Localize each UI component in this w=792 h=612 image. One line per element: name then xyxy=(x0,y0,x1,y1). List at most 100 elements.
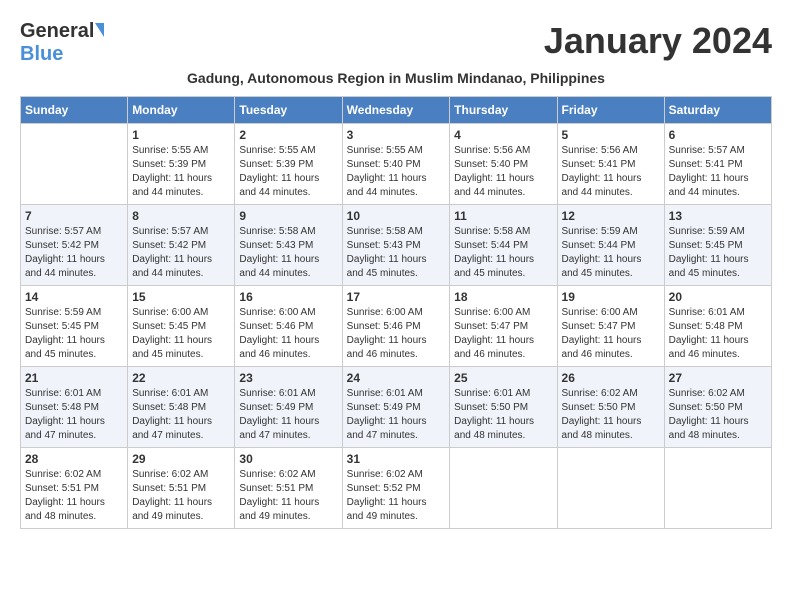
day-info: Sunrise: 5:59 AM Sunset: 5:45 PM Dayligh… xyxy=(669,225,767,281)
month-title: January 2024 xyxy=(544,20,772,62)
day-info: Sunrise: 5:58 AM Sunset: 5:44 PM Dayligh… xyxy=(454,225,552,281)
day-info: Sunrise: 6:02 AM Sunset: 5:51 PM Dayligh… xyxy=(239,468,337,524)
day-info: Sunrise: 6:01 AM Sunset: 5:48 PM Dayligh… xyxy=(132,387,230,443)
calendar-cell: 27Sunrise: 6:02 AM Sunset: 5:50 PM Dayli… xyxy=(664,367,771,448)
header-cell-saturday: Saturday xyxy=(664,97,771,124)
calendar-cell: 25Sunrise: 6:01 AM Sunset: 5:50 PM Dayli… xyxy=(450,367,557,448)
header-row: SundayMondayTuesdayWednesdayThursdayFrid… xyxy=(21,97,772,124)
day-info: Sunrise: 6:00 AM Sunset: 5:47 PM Dayligh… xyxy=(454,306,552,362)
day-number: 27 xyxy=(669,371,767,385)
logo-blue: Blue xyxy=(20,43,63,65)
calendar-cell: 4Sunrise: 5:56 AM Sunset: 5:40 PM Daylig… xyxy=(450,124,557,205)
day-info: Sunrise: 6:00 AM Sunset: 5:46 PM Dayligh… xyxy=(239,306,337,362)
day-number: 17 xyxy=(347,290,446,304)
calendar-cell: 10 Sunrise: 5:58 AM Sunset: 5:43 PM Dayli… xyxy=(342,205,450,286)
day-info: Sunrise: 6:01 AM Sunset: 5:49 PM Dayligh… xyxy=(347,387,446,443)
day-info: Sunrise: 6:00 AM Sunset: 5:47 PM Dayligh… xyxy=(562,306,660,362)
header-cell-friday: Friday xyxy=(557,97,664,124)
calendar-cell: 8Sunrise: 5:57 AM Sunset: 5:42 PM Daylig… xyxy=(128,205,235,286)
calendar-cell: 22Sunrise: 6:01 AM Sunset: 5:48 PM Dayli… xyxy=(128,367,235,448)
day-number: 21 xyxy=(25,371,123,385)
day-number: 29 xyxy=(132,452,230,466)
logo-general: General xyxy=(20,20,94,43)
calendar-cell xyxy=(557,448,664,529)
calendar-cell xyxy=(450,448,557,529)
day-number: 7 xyxy=(25,209,123,223)
calendar-cell: 13 Sunrise: 5:59 AM Sunset: 5:45 PM Dayli… xyxy=(664,205,771,286)
calendar-table: SundayMondayTuesdayWednesdayThursdayFrid… xyxy=(20,96,772,529)
day-number: 30 xyxy=(239,452,337,466)
day-number: 20 xyxy=(669,290,767,304)
calendar-cell: 12 Sunrise: 5:59 AM Sunset: 5:44 PM Dayli… xyxy=(557,205,664,286)
day-number: 2 xyxy=(239,128,337,142)
day-number: 4 xyxy=(454,128,552,142)
calendar-week-row: 28 Sunrise: 6:02 AM Sunset: 5:51 PM Dayli… xyxy=(21,448,772,529)
day-number: 16 xyxy=(239,290,337,304)
header-cell-sunday: Sunday xyxy=(21,97,128,124)
calendar-cell: 28 Sunrise: 6:02 AM Sunset: 5:51 PM Dayli… xyxy=(21,448,128,529)
calendar-cell: 18 Sunrise: 6:00 AM Sunset: 5:47 PM Dayli… xyxy=(450,286,557,367)
calendar-cell: 6Sunrise: 5:57 AM Sunset: 5:41 PM Daylig… xyxy=(664,124,771,205)
day-number: 15 xyxy=(132,290,230,304)
day-number: 5 xyxy=(562,128,660,142)
calendar-cell: 11 Sunrise: 5:58 AM Sunset: 5:44 PM Dayli… xyxy=(450,205,557,286)
calendar-cell: 15 Sunrise: 6:00 AM Sunset: 5:45 PM Dayli… xyxy=(128,286,235,367)
calendar-cell: 5 Sunrise: 5:56 AM Sunset: 5:41 PM Daylig… xyxy=(557,124,664,205)
day-info: Sunrise: 5:59 AM Sunset: 5:45 PM Dayligh… xyxy=(25,306,123,362)
day-info: Sunrise: 6:02 AM Sunset: 5:50 PM Dayligh… xyxy=(562,387,660,443)
calendar-header: SundayMondayTuesdayWednesdayThursdayFrid… xyxy=(21,97,772,124)
day-info: Sunrise: 5:59 AM Sunset: 5:44 PM Dayligh… xyxy=(562,225,660,281)
calendar-week-row: 7 Sunrise: 5:57 AM Sunset: 5:42 PM Daylig… xyxy=(21,205,772,286)
day-number: 18 xyxy=(454,290,552,304)
day-number: 3 xyxy=(347,128,446,142)
day-number: 28 xyxy=(25,452,123,466)
calendar-cell: 24 Sunrise: 6:01 AM Sunset: 5:49 PM Dayli… xyxy=(342,367,450,448)
calendar-cell: 26 Sunrise: 6:02 AM Sunset: 5:50 PM Dayli… xyxy=(557,367,664,448)
day-info: Sunrise: 5:56 AM Sunset: 5:41 PM Dayligh… xyxy=(562,144,660,200)
day-number: 26 xyxy=(562,371,660,385)
day-number: 1 xyxy=(132,128,230,142)
day-info: Sunrise: 6:01 AM Sunset: 5:48 PM Dayligh… xyxy=(25,387,123,443)
day-info: Sunrise: 5:55 AM Sunset: 5:39 PM Dayligh… xyxy=(132,144,230,200)
day-number: 23 xyxy=(239,371,337,385)
day-number: 11 xyxy=(454,209,552,223)
calendar-week-row: 1 Sunrise: 5:55 AM Sunset: 5:39 PM Daylig… xyxy=(21,124,772,205)
calendar-cell: 17 Sunrise: 6:00 AM Sunset: 5:46 PM Dayli… xyxy=(342,286,450,367)
day-number: 13 xyxy=(669,209,767,223)
day-info: Sunrise: 5:58 AM Sunset: 5:43 PM Dayligh… xyxy=(347,225,446,281)
day-number: 9 xyxy=(239,209,337,223)
day-info: Sunrise: 6:00 AM Sunset: 5:46 PM Dayligh… xyxy=(347,306,446,362)
calendar-cell: 20 Sunrise: 6:01 AM Sunset: 5:48 PM Dayli… xyxy=(664,286,771,367)
calendar-subtitle: Gadung, Autonomous Region in Muslim Mind… xyxy=(20,70,772,86)
day-number: 12 xyxy=(562,209,660,223)
day-number: 10 xyxy=(347,209,446,223)
day-number: 6 xyxy=(669,128,767,142)
day-info: Sunrise: 6:01 AM Sunset: 5:49 PM Dayligh… xyxy=(239,387,337,443)
calendar-cell: 1 Sunrise: 5:55 AM Sunset: 5:39 PM Daylig… xyxy=(128,124,235,205)
day-info: Sunrise: 5:55 AM Sunset: 5:39 PM Dayligh… xyxy=(239,144,337,200)
day-number: 14 xyxy=(25,290,123,304)
calendar-week-row: 14 Sunrise: 5:59 AM Sunset: 5:45 PM Dayli… xyxy=(21,286,772,367)
calendar-cell: 2 Sunrise: 5:55 AM Sunset: 5:39 PM Daylig… xyxy=(235,124,342,205)
calendar-cell: 14 Sunrise: 5:59 AM Sunset: 5:45 PM Dayli… xyxy=(21,286,128,367)
day-info: Sunrise: 6:00 AM Sunset: 5:45 PM Dayligh… xyxy=(132,306,230,362)
day-number: 25 xyxy=(454,371,552,385)
calendar-cell: 7 Sunrise: 5:57 AM Sunset: 5:42 PM Daylig… xyxy=(21,205,128,286)
day-number: 19 xyxy=(562,290,660,304)
calendar-cell: 31Sunrise: 6:02 AM Sunset: 5:52 PM Dayli… xyxy=(342,448,450,529)
day-info: Sunrise: 6:01 AM Sunset: 5:48 PM Dayligh… xyxy=(669,306,767,362)
day-info: Sunrise: 5:57 AM Sunset: 5:42 PM Dayligh… xyxy=(25,225,123,281)
day-number: 24 xyxy=(347,371,446,385)
calendar-cell: 23 Sunrise: 6:01 AM Sunset: 5:49 PM Dayli… xyxy=(235,367,342,448)
logo: General Blue xyxy=(20,20,104,66)
calendar-cell: 21 Sunrise: 6:01 AM Sunset: 5:48 PM Dayli… xyxy=(21,367,128,448)
header-cell-monday: Monday xyxy=(128,97,235,124)
header-cell-thursday: Thursday xyxy=(450,97,557,124)
logo-triangle-icon xyxy=(95,23,104,37)
day-info: Sunrise: 5:58 AM Sunset: 5:43 PM Dayligh… xyxy=(239,225,337,281)
calendar-cell xyxy=(664,448,771,529)
day-info: Sunrise: 6:02 AM Sunset: 5:52 PM Dayligh… xyxy=(347,468,446,524)
calendar-cell: 16 Sunrise: 6:00 AM Sunset: 5:46 PM Dayli… xyxy=(235,286,342,367)
day-info: Sunrise: 6:02 AM Sunset: 5:51 PM Dayligh… xyxy=(25,468,123,524)
calendar-cell: 30 Sunrise: 6:02 AM Sunset: 5:51 PM Dayli… xyxy=(235,448,342,529)
